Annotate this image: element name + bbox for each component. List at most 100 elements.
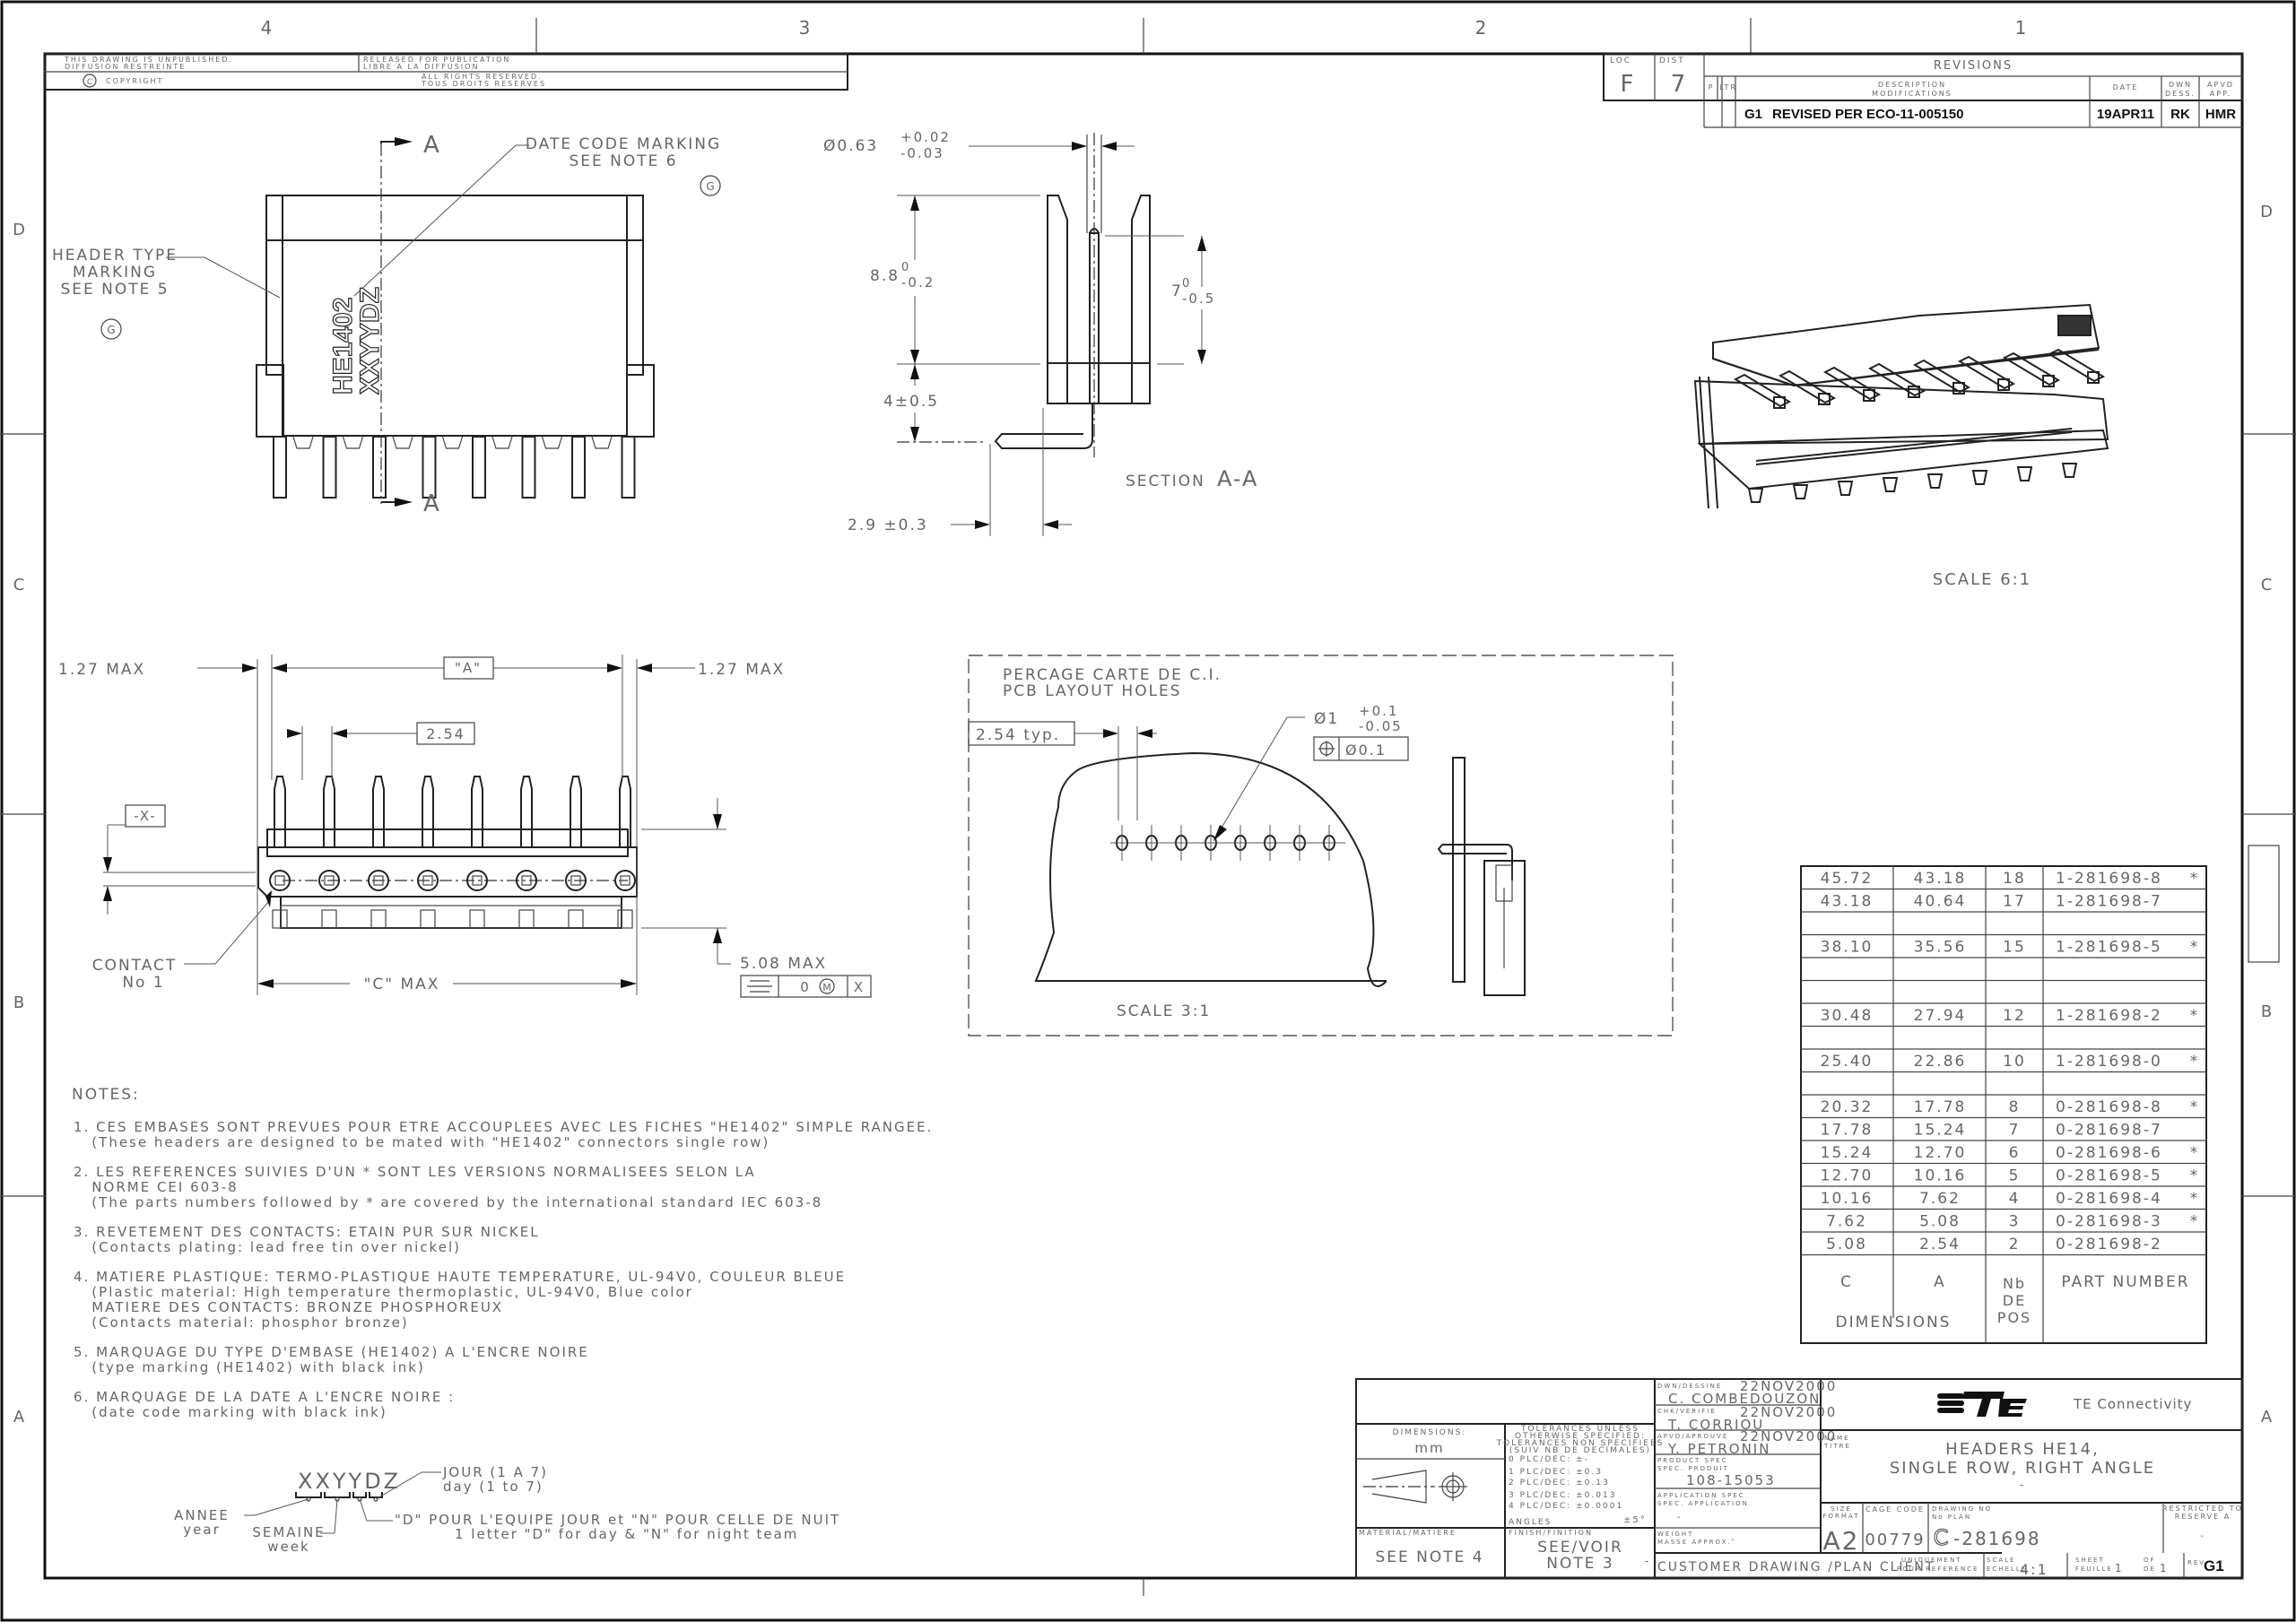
bottom-pin (471, 776, 483, 847)
fcf-modifier: M (822, 982, 831, 993)
note-line: (These headers are designed to be mated … (74, 1134, 770, 1150)
iso-pin-top (1822, 366, 1882, 401)
svg-text:±5°: ±5° (1623, 1515, 1647, 1525)
table-row: 38.10 35.56 15 1-281698-5 * (1821, 939, 2198, 957)
cell-c: 25.40 (1821, 1053, 1874, 1071)
size-value: A2 (1823, 1526, 1860, 1556)
table-row: 7.62 5.08 3 0-281698-3 * (1826, 1213, 2200, 1231)
bottom-pin (372, 776, 385, 847)
of-value: 1 (2160, 1562, 2169, 1574)
svg-text:-: - (2200, 1531, 2205, 1541)
zone-row-b-left: B (13, 993, 26, 1012)
cell-pos: 3 (2009, 1213, 2021, 1231)
contact-1-no: No 1 (122, 974, 164, 992)
left-max-dim: 1.27 MAX (58, 661, 145, 679)
loc-label: LOC (1610, 56, 1631, 65)
svg-text:MATERIAL/MATIERE: MATERIAL/MATIERE (1359, 1529, 1457, 1537)
table-row: 17.78 15.24 7 0-281698-7 (1821, 1122, 2161, 1140)
bottom-pin (323, 776, 335, 847)
cell-star: * (2190, 1213, 2200, 1231)
svg-text:TITRE: TITRE (1823, 1443, 1851, 1450)
svg-text:APVD/APROUVE: APVD/APROUVE (1657, 1433, 1728, 1440)
note-line: 6. MARQUAGE DE LA DATE A L'ENCRE NOIRE : (74, 1389, 455, 1405)
svg-text:No PLAN: No PLAN (1932, 1514, 1971, 1521)
svg-text:APVD: APVD (2207, 81, 2234, 89)
svg-text:CAGE CODE: CAGE CODE (1866, 1505, 1925, 1514)
svg-text:1 PLC/DEC: ±0.3: 1 PLC/DEC: ±0.3 (1509, 1468, 1603, 1477)
svg-text:CHK/VERIFIE: CHK/VERIFIE (1657, 1408, 1717, 1415)
pin-diameter-tol-plus: +0.02 (900, 129, 951, 145)
section-title-letters: A-A (1217, 466, 1258, 491)
rev-value: G1 (2204, 1557, 2224, 1574)
note-line: NORME CEI 603-8 (74, 1179, 239, 1195)
dist-value: 7 (1671, 71, 1688, 98)
material-value: SEE NOTE 4 (1375, 1548, 1483, 1566)
svg-text:C: C (87, 78, 92, 87)
table-header-part: PART NUMBER (2061, 1273, 2189, 1291)
pin-diameter-tol-minus: -0.03 (900, 145, 944, 161)
drawing-title-1: HEADERS HE14, (1945, 1440, 2100, 1459)
finish-value-1: SEE/VOIR (1537, 1539, 1623, 1557)
fcf-value: 0 (800, 979, 811, 995)
zone-row-b-right: B (2261, 1002, 2274, 1021)
table-row: 30.48 27.94 12 1-281698-2 * (1821, 1007, 2198, 1025)
finish-value-2: NOTE 3 (1546, 1555, 1613, 1573)
svg-text:SCALE: SCALE (1987, 1557, 2015, 1564)
zone-row-c-left: C (13, 576, 27, 594)
drawing-number: -281698 (1953, 1528, 2041, 1549)
note-line: (Contacts material: phosphor bronze) (74, 1314, 409, 1331)
svg-text:PRODUCT SPEC: PRODUCT SPEC (1657, 1457, 1727, 1464)
svg-text:SPEC. PRODUIT: SPEC. PRODUIT (1657, 1465, 1729, 1472)
iso-view (1693, 303, 2109, 509)
bottom-pin (570, 776, 582, 847)
pcb-title-en: PCB LAYOUT HOLES (1003, 682, 1182, 700)
svg-text:POUR REFERENCE: POUR REFERENCE (1897, 1566, 1979, 1573)
section-letter-bottom: A (423, 490, 441, 517)
note-line: (Contacts plating: lead free tin over ni… (74, 1239, 461, 1255)
iso-pin-top (1778, 369, 1837, 404)
svg-text:-: - (1645, 1555, 1650, 1567)
front-pin-gap (392, 436, 413, 449)
front-pin (571, 436, 586, 499)
front-pin-gap (591, 436, 613, 449)
position-tol: Ø0.1 (1345, 742, 1387, 759)
svg-text:DE: DE (2144, 1566, 2156, 1573)
cell-c: 5.08 (1826, 1236, 1867, 1253)
notes: 1. CES EMBASES SONT PREVUES POUR ETRE AC… (74, 1119, 931, 1420)
bottom-pin (422, 776, 434, 847)
cell-pos: 2 (2009, 1236, 2021, 1253)
svg-text:FEUILLE: FEUILLE (2075, 1566, 2113, 1573)
front-pin (521, 436, 536, 499)
cell-pos: 6 (2009, 1144, 2021, 1162)
section-title-prefix: SECTION (1126, 473, 1205, 490)
revision-row: G1 REVISED PER ECO-11-005150 19APR11 RK … (1744, 107, 2236, 122)
svg-text:DATE: DATE (2113, 83, 2139, 91)
hole-tol-minus: -0.05 (1359, 718, 1403, 734)
iso-pin-bottom (1926, 473, 1944, 489)
cell-pos: 4 (2009, 1190, 2021, 1208)
cell-a: 5.08 (1919, 1213, 1961, 1231)
cell-a: 12.70 (1914, 1144, 1967, 1162)
front-pin (273, 436, 287, 499)
front-pin-gap (292, 436, 314, 449)
pcb-pitch-typ: 2.54 typ. (976, 726, 1060, 744)
bottom-view (103, 655, 872, 998)
front-pin-gap (541, 436, 563, 449)
cell-star: * (2190, 1144, 2200, 1162)
svg-text:DIMENSIONS:: DIMENSIONS: (1393, 1428, 1467, 1437)
svg-text:4 PLC/DEC: ±0.0001: 4 PLC/DEC: ±0.0001 (1509, 1502, 1623, 1511)
legal-block: THIS DRAWING IS UNPUBLISHED. DIFFUSION R… (44, 53, 848, 91)
cell-c: 43.18 (1821, 893, 1874, 911)
note-line: 2. LES REFERENCES SUIVIES D'UN * SONT LE… (74, 1164, 756, 1180)
svg-text:LIBRE A LA DIFFUSION: LIBRE A LA DIFFUSION (363, 63, 479, 71)
height-max: 5.08 MAX (740, 955, 827, 973)
header-type-note: SEE NOTE 5 (60, 281, 169, 299)
cell-pos: 18 (2003, 870, 2026, 888)
drawing-sheet: 4 3 2 1 D C B A D C B A THIS DRAWING IS … (0, 0, 2296, 1622)
rev-ltr: G1 (1744, 107, 1762, 122)
cell-a: 27.94 (1914, 1007, 1967, 1025)
svg-text:APPLICATION SPEC: APPLICATION SPEC (1657, 1492, 1745, 1499)
date-code-marking: XXYYDZ (355, 287, 385, 395)
cell-pos: 12 (2003, 1007, 2026, 1025)
table-row: 10.16 7.62 4 0-281698-4 * (1821, 1190, 2198, 1208)
